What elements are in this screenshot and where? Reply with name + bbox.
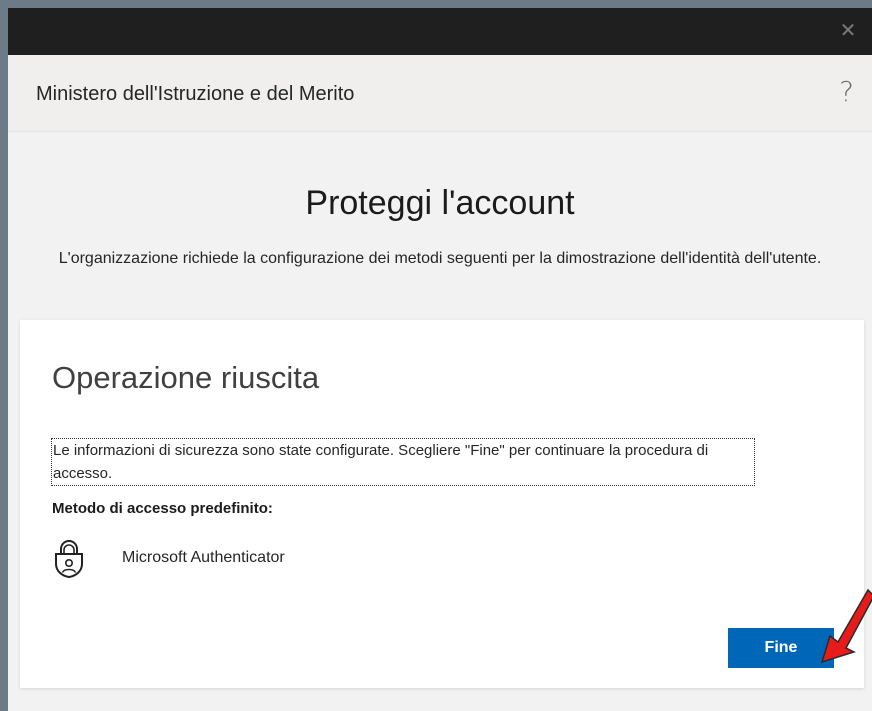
success-message: Le informazioni di sicurezza sono state … <box>51 438 755 486</box>
success-card: Operazione riuscita Le informazioni di s… <box>20 320 864 688</box>
auth-window: ✕ Ministero dell'Istruzione e del Merito… <box>8 8 872 711</box>
annotation-arrow-icon <box>820 588 872 664</box>
help-icon[interactable]: ? <box>839 75 854 108</box>
default-method-heading: Metodo di accesso predefinito: <box>52 500 273 517</box>
authenticator-lock-icon <box>55 540 83 578</box>
main-content: Proteggi l'account L'organizzazione rich… <box>8 132 872 711</box>
method-name: Microsoft Authenticator <box>122 549 285 566</box>
page-subtitle: L'organizzazione richiede la configurazi… <box>58 250 822 267</box>
page-title: Proteggi l'account <box>305 184 575 222</box>
organization-name: Ministero dell'Istruzione e del Merito <box>36 83 355 105</box>
close-icon[interactable]: ✕ <box>838 20 858 40</box>
org-header: Ministero dell'Istruzione e del Merito ? <box>8 55 872 132</box>
default-method-row: Microsoft Authenticator <box>52 538 285 578</box>
card-title: Operazione riuscita <box>52 360 320 395</box>
title-bar: ✕ <box>8 8 872 55</box>
